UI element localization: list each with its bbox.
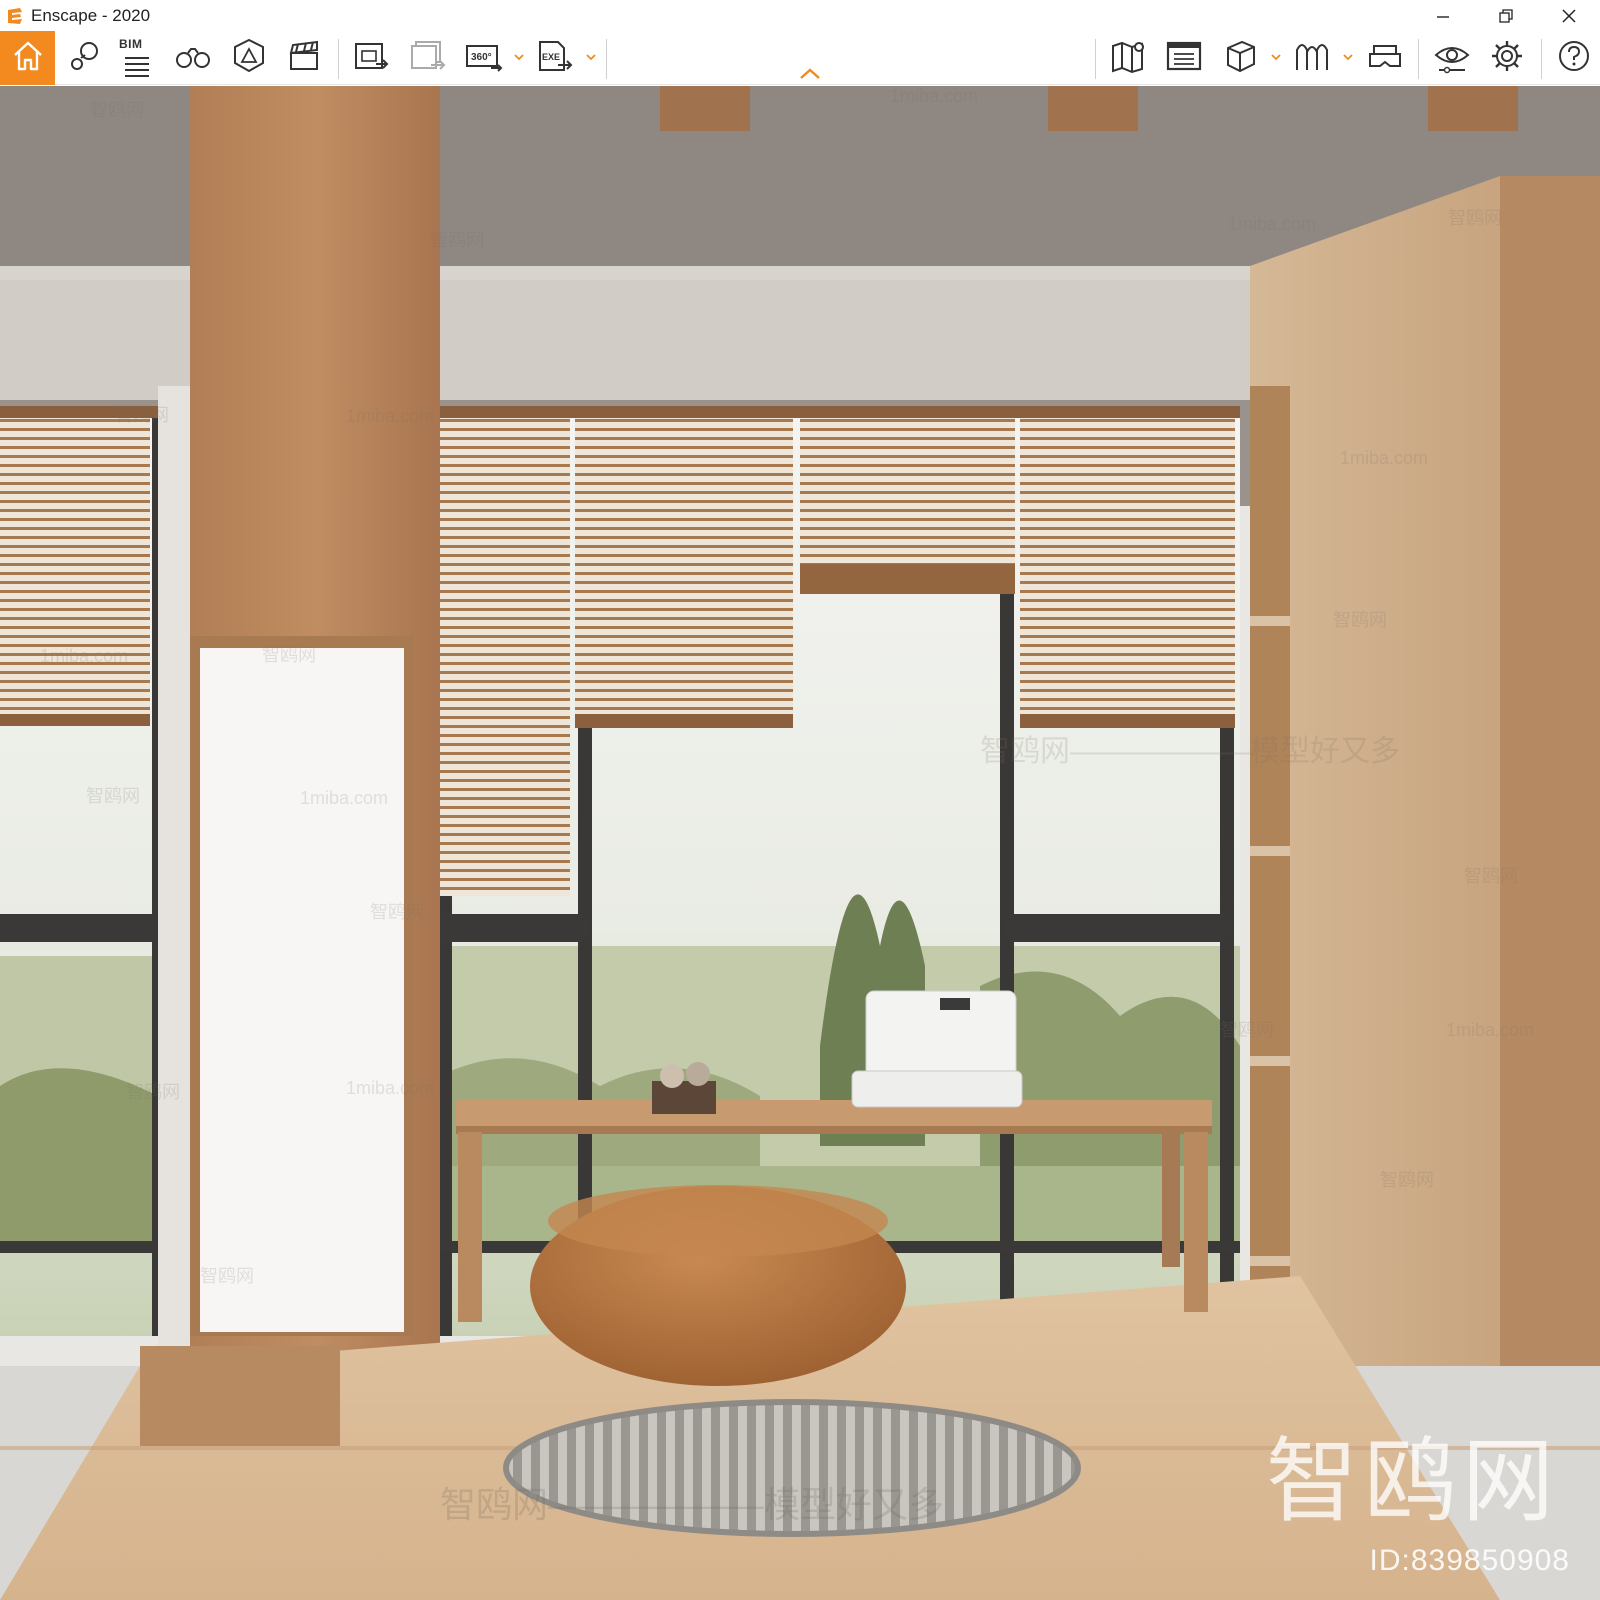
enscape-toolbar: BIM 360° EXE xyxy=(0,31,1600,85)
watermark-brand: 智鸥网 xyxy=(370,902,424,922)
panorama-dropdown[interactable] xyxy=(512,50,526,64)
home-icon xyxy=(11,39,45,78)
watermark-brand: 智鸥网 xyxy=(115,405,169,425)
watermark-domain: 1miba.com xyxy=(1340,448,1429,468)
view-dropdown[interactable] xyxy=(1269,50,1283,64)
asset-library-icon xyxy=(1165,38,1203,79)
watermark-brand: 智鸥网 xyxy=(1448,208,1502,228)
window-title: Enscape - 2020 xyxy=(31,5,151,25)
svg-text:EXE: EXE xyxy=(542,52,560,62)
watermark-brand: 智鸥网 xyxy=(90,100,144,120)
minimize-button[interactable] xyxy=(1411,0,1474,31)
watermark-brand: 智鸥网 xyxy=(1380,1170,1434,1190)
walk-mode-button[interactable] xyxy=(170,35,216,81)
watermark-domain: 1miba.com xyxy=(1228,214,1317,234)
export-image-icon xyxy=(353,38,391,79)
bim-info-button[interactable] xyxy=(114,41,160,87)
issues-button[interactable] xyxy=(226,35,272,81)
gear-icon xyxy=(1489,38,1525,79)
binoculars-icon xyxy=(174,38,212,79)
screenshot-button[interactable] xyxy=(349,35,395,81)
watermark-brand: 智鸥网 xyxy=(1464,866,1518,886)
render-viewport[interactable]: 智鸥网 1miba.com 智鸥网 1miba.com 智鸥网 智鸥网 1mib… xyxy=(0,86,1600,1600)
map-icon xyxy=(1110,37,1148,80)
visual-settings-button[interactable] xyxy=(1429,35,1475,81)
cube-view-icon xyxy=(1222,38,1258,79)
home-button[interactable] xyxy=(0,31,55,85)
watermark-brand: 智鸥网 xyxy=(126,1082,180,1102)
video-editor-button[interactable] xyxy=(281,35,327,81)
export-dropdown[interactable] xyxy=(584,50,598,64)
chevron-down-icon xyxy=(1343,48,1353,66)
general-settings-button[interactable] xyxy=(1484,35,1530,81)
object-view-button[interactable] xyxy=(1217,35,1263,81)
export-360-icon: 360° xyxy=(465,38,503,79)
enscape-logo-icon xyxy=(4,5,26,27)
collapse-toolbar-button[interactable] xyxy=(797,65,823,81)
watermark-brand: 智鸥网 xyxy=(262,645,316,665)
watermark-domain: 1miba.com xyxy=(1446,1020,1535,1040)
watermark-domain: 1miba.com xyxy=(346,1078,435,1098)
book-library-icon xyxy=(1293,38,1331,79)
watermark-brand: 智鸥网 xyxy=(86,786,140,806)
chevron-down-icon xyxy=(1271,48,1281,66)
map-button[interactable] xyxy=(1106,35,1152,81)
watermark-brand: 智鸥网 xyxy=(1220,1020,1274,1040)
export-standalone-button[interactable]: EXE xyxy=(532,35,578,81)
chevron-up-icon xyxy=(797,68,823,85)
close-button[interactable] xyxy=(1537,0,1600,31)
watermark-domain: 1miba.com xyxy=(890,86,979,106)
batch-rendering-button[interactable] xyxy=(405,35,451,81)
chevron-down-icon xyxy=(514,48,524,66)
vr-headset-icon xyxy=(1366,38,1404,79)
visual-settings-eye-icon xyxy=(1433,38,1471,79)
watermark-slogan: 智鸥网——————模型好又多 xyxy=(980,735,1400,768)
vr-headset-button[interactable] xyxy=(1362,35,1408,81)
export-panorama-button[interactable]: 360° xyxy=(461,35,507,81)
asset-library-button[interactable] xyxy=(1161,35,1207,81)
restore-button[interactable] xyxy=(1474,0,1537,31)
warning-shield-icon xyxy=(231,37,267,80)
batch-export-icon xyxy=(409,38,447,79)
watermark-domain: 1miba.com xyxy=(40,646,129,666)
export-exe-icon: EXE xyxy=(536,38,574,79)
watermark-domain: 1miba.com xyxy=(300,788,389,808)
title-bar: Enscape - 2020 xyxy=(0,0,1600,31)
watermark-brand: 智鸥网 xyxy=(430,230,484,250)
clapperboard-icon xyxy=(286,38,322,79)
watermark-slogan: 智鸥网——————模型好又多 xyxy=(440,1484,945,1525)
watermark-brand: 智鸥网 xyxy=(1333,610,1387,630)
svg-text:360°: 360° xyxy=(471,52,492,63)
material-library-button[interactable] xyxy=(1289,35,1335,81)
help-icon xyxy=(1556,38,1592,79)
interior-render-scene xyxy=(0,86,1600,1600)
views-button[interactable] xyxy=(61,35,107,81)
chevron-down-icon xyxy=(586,48,596,66)
help-button[interactable] xyxy=(1551,35,1597,81)
watermark-brand: 智鸥网 xyxy=(200,1266,254,1286)
watermark-brand-large: 智鸥网 xyxy=(1265,1428,1560,1535)
pin-compass-icon xyxy=(66,38,102,79)
watermark-domain: 1miba.com xyxy=(346,406,435,426)
bim-info-icon xyxy=(119,44,155,85)
library-dropdown[interactable] xyxy=(1341,50,1355,64)
watermark-id: ID:839850908 xyxy=(1369,1544,1570,1577)
